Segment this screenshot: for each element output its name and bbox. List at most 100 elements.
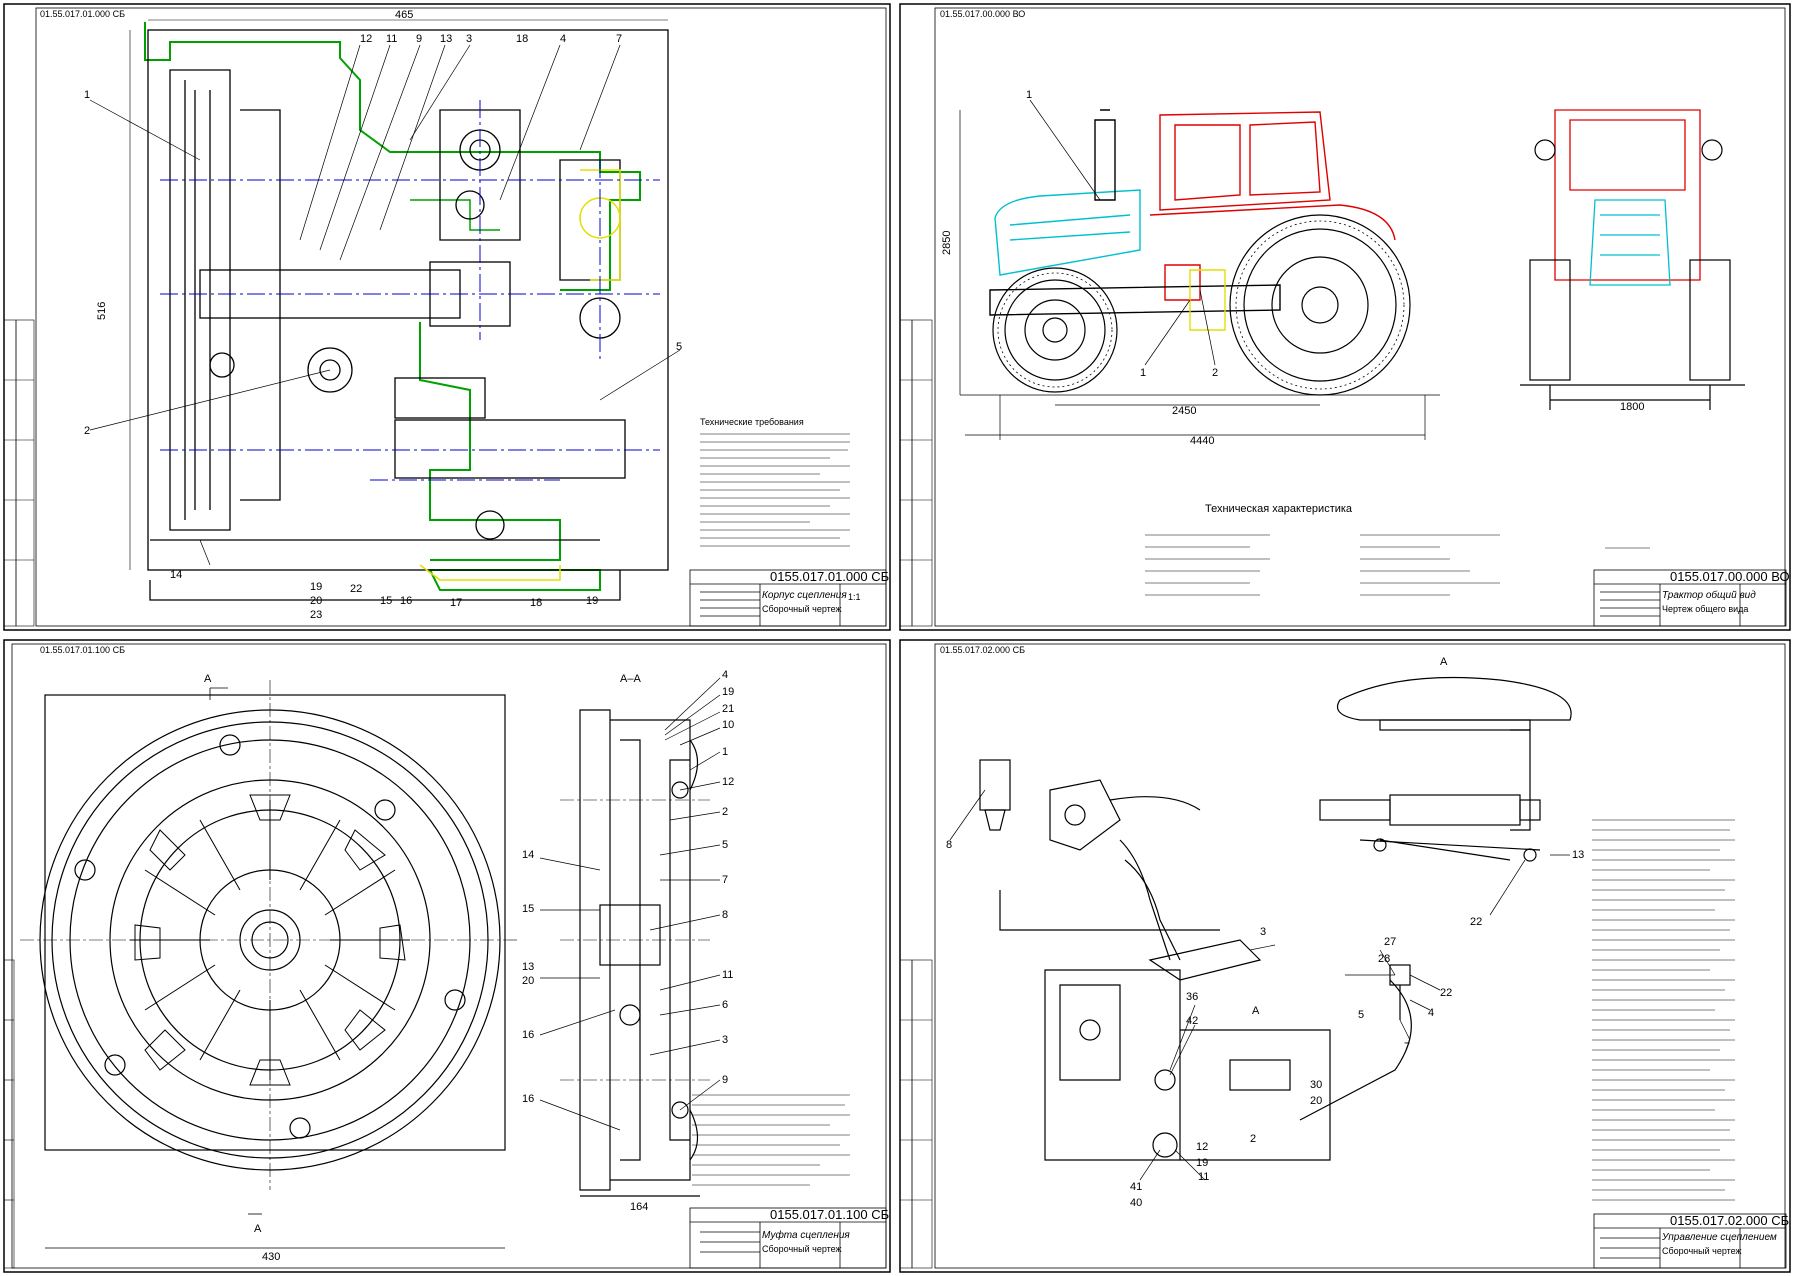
callout-11: 11 [722,969,733,981]
sheet-tractor-general: 01.55.017.00.000 ВО 2450 4440 2850 1 1 2… [899,3,1791,631]
view-mark-top: А [204,673,212,685]
callout-16: 16 [522,1029,534,1041]
sheet-stamp: 01.55.017.01.100 СБ [40,645,125,655]
callout-40: 40 [1130,1197,1142,1209]
doc-subtitle: Сборочный чертеж [762,604,842,614]
callout-10: 10 [722,719,734,731]
dim-thickness: 164 [630,1201,648,1213]
callout-1: 1 [84,89,90,101]
callout-5: 5 [722,839,728,851]
callout-16: 17 [450,597,462,609]
dim-height: 2850 [941,231,953,255]
callout-3: 3 [722,1034,728,1046]
callout-3: 3 [1260,926,1266,938]
callout-12: 13 [440,33,452,45]
table-title: Техническая характеристика [1205,503,1353,515]
doc-subtitle: Сборочный чертеж [1662,1246,1742,1256]
callout-4: 4 [1428,1007,1434,1019]
callout-13: 13 [522,961,534,973]
sheet-clutch-assembly: 01.55.017.01.000 СБ 465 516 1 2 12 11 9 … [3,3,891,631]
callout-13: 13 [1572,849,1584,861]
callout-2: 2 [84,425,90,437]
callout-19: 20 [1310,1095,1322,1107]
callout-23: 23 [310,609,322,621]
callout-8: 8 [946,839,952,851]
view-mark-a-2: А [1252,1005,1260,1017]
sheet-stamp: 01.55.017.01.000 СБ [40,9,125,19]
callout-13: 14 [170,569,182,581]
sheet-clutch-disc: 01.55.017.01.100 СБ А А 430 А–А 164 4 19… [3,639,891,1273]
callout-18: 18 [516,33,528,45]
spec-note-title: Технические требования [700,417,804,427]
sheet-clutch-control: 01.55.017.02.000 СБ А 13 22 8 3 27 28 22… [899,639,1791,1273]
callout-9: 9 [416,33,422,45]
doc-title: Муфта сцепления [762,1229,850,1241]
callout-28: 28 [1378,953,1390,965]
callout-16: 19 [1196,1157,1208,1169]
callout-8: 8 [722,909,728,921]
callout-20: 19 [310,581,322,593]
callout-36: 36 [1186,991,1198,1003]
dim-height: 516 [96,302,108,320]
sheet-stamp: 01.55.017.00.000 ВО [940,9,1025,19]
callout-5: 5 [1358,1009,1364,1021]
callout-11: 12 [360,33,372,45]
callout-14: 14 [522,849,534,861]
doc-code: 0155.017.01.100 СБ [770,1207,889,1222]
doc-code: 0155.017.01.000 СБ [770,569,889,584]
doc-scale: 1:1 [848,592,861,602]
doc-title: Трактор общий вид [1662,589,1756,601]
callout-7: 7 [1404,1041,1410,1053]
callout-14: 15 [380,595,392,607]
callout-20: 22 [1440,987,1452,999]
doc-code: 0155.017.00.000 ВО [1670,569,1790,584]
dim-diameter: 430 [262,1251,280,1263]
callout-42: 42 [1186,1015,1198,1027]
callout-21: 21 [722,703,734,715]
callout-15: 16 [400,595,412,607]
callout-15: 15 [522,903,534,915]
dim-length: 4440 [1190,435,1214,447]
dim-wheelbase: 2450 [1172,405,1196,417]
callout-7: 7 [616,33,622,45]
callout-30: 30 [1310,1079,1322,1091]
section-title: А–А [620,673,641,685]
doc-title: Управление сцеплением [1661,1232,1777,1243]
callout-22: 22 [350,583,362,595]
callout-12: 12 [1196,1141,1208,1153]
dim-width: 465 [395,9,413,21]
callout-11: 11 [1198,1171,1209,1183]
callout-27: 27 [1384,936,1396,948]
callout-16b: 16 [522,1093,534,1105]
callout-1: 1 [1140,367,1146,379]
callout-7: 7 [722,874,728,886]
callout-9: 9 [722,1074,728,1086]
callout-2: 2 [1212,367,1218,379]
callout-2: 2 [722,806,728,818]
callout-17: 18 [530,597,542,609]
callout-41: 41 [1130,1181,1142,1193]
sheet-stamp: 01.55.017.02.000 СБ [940,645,1025,655]
doc-title: Корпус сцепления [762,590,847,601]
dim-track: 1800 [1620,401,1644,413]
callout-19: 19 [586,595,598,607]
callout-10: 11 [386,33,397,45]
drawing-sheet-canvas: 01.55.017.01.000 СБ 465 516 1 2 12 11 9 … [3,3,1791,1273]
view-mark-a: А [1440,656,1448,668]
callout-1-top: 1 [1026,89,1032,101]
callout-19: 19 [722,686,734,698]
callout-6: 6 [722,999,728,1011]
callout-22: 22 [1470,916,1482,928]
callout-21: 20 [310,595,322,607]
callout-3: 3 [466,33,472,45]
doc-code: 0155.017.02.000 СБ [1670,1213,1789,1228]
callout-12: 12 [722,776,734,788]
doc-subtitle: Чертеж общего вида [1662,604,1748,614]
doc-subtitle: Сборочный чертеж [762,1244,842,1254]
callout-20: 20 [522,975,534,987]
callout-1: 1 [722,746,728,758]
callout-4: 4 [560,33,566,45]
view-mark-bottom: А [254,1223,262,1235]
callout-4: 4 [722,669,728,681]
callout-5: 5 [676,341,682,353]
